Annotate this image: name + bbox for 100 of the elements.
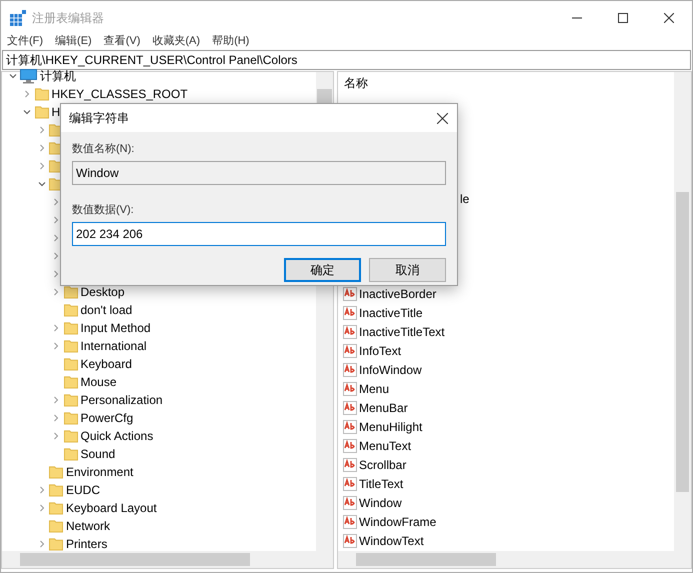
folder-icon: [64, 375, 78, 389]
folder-icon: [49, 519, 63, 533]
close-icon: [436, 112, 448, 124]
tree-item[interactable]: EUDC: [66, 481, 100, 499]
string-value-icon: [343, 344, 357, 358]
tree-item[interactable]: Mouse: [80, 373, 117, 391]
folder-icon: [64, 357, 78, 371]
string-value-icon: [343, 534, 357, 548]
value-name[interactable]: MenuText: [359, 436, 412, 454]
folder-icon: [64, 321, 78, 335]
folder-icon: [49, 501, 63, 515]
string-value-icon: [343, 476, 357, 490]
chevron-right-icon[interactable]: [38, 126, 46, 134]
folder-icon: [64, 411, 78, 425]
string-value-icon: [343, 362, 357, 376]
value-name[interactable]: MenuBar: [359, 398, 408, 416]
string-value-icon: [343, 496, 357, 510]
value-name[interactable]: Window: [359, 494, 402, 512]
close-icon: [664, 12, 674, 22]
field-label: 数值名称(N):: [72, 142, 136, 157]
tree-item[interactable]: don't load: [80, 301, 132, 319]
computer-icon: [20, 68, 37, 84]
menu-bar-item[interactable]: 查看(V): [104, 32, 140, 50]
menu-bar-item[interactable]: 文件(F): [7, 32, 44, 50]
tree-item[interactable]: 计算机: [40, 67, 76, 85]
chevron-right-icon[interactable]: [52, 432, 60, 440]
chevron-right-icon[interactable]: [52, 342, 60, 350]
value-name[interactable]: Menu: [359, 380, 390, 398]
tree-item[interactable]: PowerCfg: [80, 409, 134, 427]
menu-bar-item[interactable]: 编辑(E): [55, 32, 92, 50]
tree-item[interactable]: International: [80, 337, 147, 355]
tree-item[interactable]: Quick Actions: [80, 427, 154, 445]
value-name[interactable]: WindowText: [359, 532, 424, 550]
chevron-right-icon[interactable]: [38, 540, 46, 548]
chevron-down-icon[interactable]: [8, 72, 16, 80]
address-bar[interactable]: 计算机\HKEY_CURRENT_USER\Control Panel\Colors: [2, 50, 691, 70]
tree-item[interactable]: HKEY_CLASSES_ROOT: [52, 85, 188, 103]
folder-icon: [34, 87, 48, 101]
tree-item[interactable]: Sound: [80, 445, 116, 463]
string-value-icon: [343, 324, 357, 338]
input-field[interactable]: 202 234 206: [72, 222, 446, 246]
registry-icon: [10, 10, 26, 26]
chevron-right-icon[interactable]: [52, 414, 60, 422]
tree-item[interactable]: Personalization: [80, 391, 163, 409]
string-value-icon: [343, 514, 357, 528]
value-name[interactable]: InactiveBorder: [359, 284, 436, 302]
value-name[interactable]: TitleText: [359, 474, 404, 492]
dialog-button[interactable]: 确定: [284, 258, 361, 282]
chevron-right-icon[interactable]: [52, 234, 60, 242]
value-name[interactable]: MenuHilight: [359, 418, 422, 436]
dialog-title: 编辑字符串: [69, 110, 129, 127]
chevron-right-icon[interactable]: [23, 90, 31, 98]
chevron-right-icon[interactable]: [52, 288, 60, 296]
string-value-icon: [343, 420, 357, 434]
tree-item[interactable]: Environment: [66, 463, 134, 481]
value-name[interactable]: InfoText: [359, 342, 402, 360]
folder-icon: [64, 303, 78, 317]
value-name[interactable]: Scrollbar: [359, 456, 406, 474]
vertical-scrollbar[interactable]: [674, 72, 691, 551]
chevron-down-icon[interactable]: [23, 108, 31, 116]
tree-item[interactable]: Printers: [66, 535, 108, 551]
string-value-icon: [343, 458, 357, 472]
tree-item[interactable]: Desktop: [80, 283, 125, 301]
folder-icon: [49, 465, 63, 479]
chevron-right-icon[interactable]: [52, 216, 60, 224]
chevron-right-icon[interactable]: [52, 396, 60, 404]
dialog-button[interactable]: 取消: [369, 258, 446, 282]
folder-icon: [34, 105, 48, 119]
maximize-icon: [618, 12, 628, 22]
column-header[interactable]: 名称: [338, 72, 368, 94]
value-name[interactable]: InactiveTitleText: [359, 322, 445, 340]
string-value-icon: [343, 438, 357, 452]
tree-item[interactable]: Keyboard: [80, 355, 132, 373]
chevron-right-icon[interactable]: [38, 144, 46, 152]
chevron-right-icon[interactable]: [52, 252, 60, 260]
chevron-right-icon[interactable]: [38, 486, 46, 494]
tree-item[interactable]: Network: [66, 517, 110, 535]
horizontal-scrollbar[interactable]: [338, 551, 691, 568]
menu-bar-item[interactable]: 帮助(H): [212, 32, 250, 50]
chevron-right-icon[interactable]: [52, 270, 60, 278]
tree-item[interactable]: Input Method: [80, 319, 151, 337]
value-name[interactable]: InfoWindow: [359, 360, 422, 378]
tree-item[interactable]: H: [52, 103, 60, 121]
value-name[interactable]: WindowFrame: [359, 512, 436, 530]
folder-icon: [64, 429, 78, 443]
menu-bar-item[interactable]: 收藏夹(A): [152, 32, 200, 50]
folder-icon: [49, 483, 63, 497]
window-title: 注册表编辑器: [32, 10, 104, 26]
field-label: 数值数据(V):: [72, 203, 135, 218]
string-value-icon: [343, 306, 357, 320]
horizontal-scrollbar[interactable]: [2, 551, 333, 568]
chevron-down-icon[interactable]: [38, 180, 46, 188]
chevron-right-icon[interactable]: [52, 198, 60, 206]
value-name[interactable]: InactiveTitle: [359, 304, 423, 322]
folder-icon: [64, 447, 78, 461]
value-name[interactable]: le: [460, 190, 470, 208]
tree-item[interactable]: Keyboard Layout: [66, 499, 157, 517]
chevron-right-icon[interactable]: [52, 324, 60, 332]
chevron-right-icon[interactable]: [38, 504, 46, 512]
chevron-right-icon[interactable]: [38, 162, 46, 170]
